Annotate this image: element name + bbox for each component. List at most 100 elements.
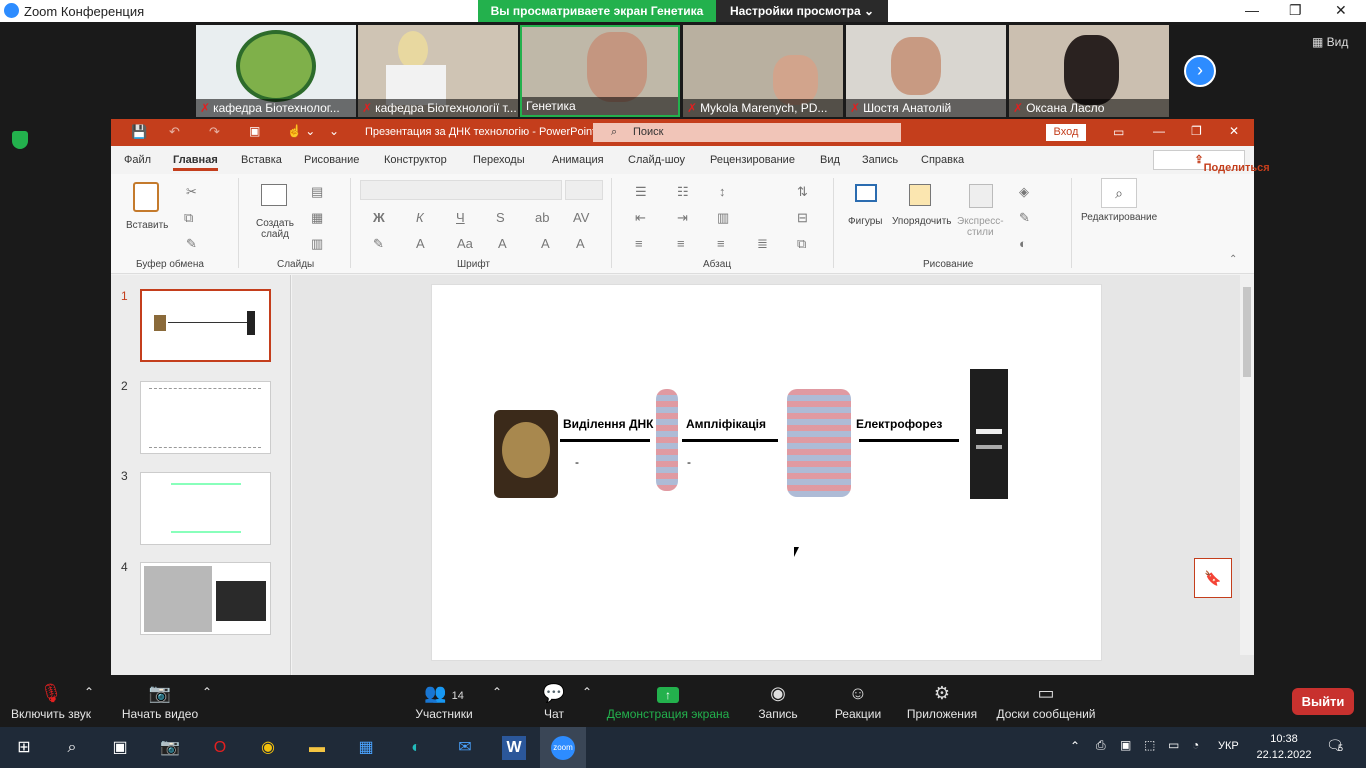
grow-font-icon[interactable]: A: [498, 236, 507, 251]
maximize-icon[interactable]: ❐: [1289, 2, 1302, 19]
present-icon[interactable]: ▣: [249, 124, 260, 138]
share-button[interactable]: ⇪ Поделиться: [1153, 150, 1270, 174]
underline-icon[interactable]: Ч: [456, 210, 465, 225]
tab-slideshow[interactable]: Слайд-шоу: [628, 154, 685, 166]
quick-styles-label[interactable]: Экспресс-стили: [957, 216, 1004, 238]
strikethrough-icon[interactable]: ab: [535, 210, 549, 225]
numbering-icon[interactable]: ☷: [677, 184, 689, 200]
ppt-maximize-icon[interactable]: ❐: [1191, 124, 1202, 138]
font-color-icon[interactable]: A: [416, 236, 425, 251]
font-size-select[interactable]: [565, 180, 603, 200]
arrange-label[interactable]: Упорядочить: [892, 216, 952, 227]
chat-options-icon[interactable]: ⌃: [582, 685, 592, 699]
columns-icon[interactable]: ▥: [717, 210, 729, 226]
start-icon[interactable]: ⊞: [12, 736, 36, 760]
align-text-icon[interactable]: ⊟: [797, 210, 808, 226]
tab-review[interactable]: Рецензирование: [710, 154, 795, 166]
arrange-icon[interactable]: [909, 184, 931, 206]
security-shield-icon[interactable]: [12, 131, 28, 149]
format-painter-icon[interactable]: ✎: [186, 236, 197, 252]
tab-design[interactable]: Конструктор: [384, 154, 447, 166]
highlight-icon[interactable]: ✎: [373, 236, 384, 252]
redo-icon[interactable]: ↷: [209, 124, 220, 140]
save-icon[interactable]: 💾: [131, 124, 147, 140]
language-indicator[interactable]: УКР: [1218, 740, 1239, 752]
italic-icon[interactable]: К: [416, 210, 424, 225]
customize-toolbar-icon[interactable]: ⌄: [329, 124, 339, 138]
tab-transitions[interactable]: Переходы: [473, 154, 525, 166]
view-settings-button[interactable]: Настройки просмотра ⌄: [716, 0, 888, 22]
shape-fill-icon[interactable]: ◈: [1019, 184, 1029, 200]
tray-chevron-icon[interactable]: ⌃: [1070, 739, 1080, 753]
justify-icon[interactable]: ≣: [757, 236, 768, 252]
reset-icon[interactable]: ▦: [311, 210, 323, 226]
record-button[interactable]: ◉ Запись: [754, 683, 802, 721]
reactions-button[interactable]: ☺ Реакции: [832, 683, 884, 721]
tray-app-icon[interactable]: ⎙: [1096, 738, 1106, 753]
ppt-minimize-icon[interactable]: —: [1153, 124, 1165, 138]
tab-view[interactable]: Вид: [820, 154, 840, 166]
apps-button[interactable]: ⚙ Приложения: [904, 683, 980, 721]
quick-styles-icon[interactable]: [969, 184, 993, 208]
section-icon[interactable]: ▥: [311, 236, 323, 252]
participant-tile[interactable]: ✗ Mykola Marenych, PD...: [683, 25, 843, 117]
new-slide-label[interactable]: Создать слайд: [256, 218, 294, 240]
vertical-scrollbar[interactable]: [1240, 275, 1254, 655]
current-slide[interactable]: Виділення ДНК - Ампліфікація - Електрофо…: [431, 284, 1102, 661]
battery-icon[interactable]: ▭: [1168, 738, 1179, 752]
video-options-icon[interactable]: ⌃: [202, 685, 212, 699]
char-spacing-icon[interactable]: AV: [573, 210, 589, 225]
unmute-button[interactable]: 🎙 Включить звук: [8, 683, 94, 721]
slide-thumbnail-4[interactable]: [140, 562, 271, 635]
line-spacing-icon[interactable]: ↕: [719, 184, 726, 199]
participant-tile-active[interactable]: Генетика: [520, 25, 680, 117]
participant-tile[interactable]: ✗ Шостя Анатолій: [846, 25, 1006, 117]
participant-tile[interactable]: ✗ кафедра Біотехнолог...: [196, 25, 356, 117]
increase-indent-icon[interactable]: ⇥: [677, 210, 688, 226]
shadow-icon[interactable]: S: [496, 210, 505, 225]
scroll-thumb[interactable]: [1243, 287, 1251, 377]
camera-app-icon[interactable]: 📷: [158, 736, 182, 760]
sign-in-button[interactable]: Вход: [1046, 124, 1086, 141]
decrease-indent-icon[interactable]: ⇤: [635, 210, 646, 226]
tab-animations[interactable]: Анимация: [552, 154, 604, 166]
paste-icon[interactable]: [133, 182, 159, 212]
shapes-label[interactable]: Фигуры: [848, 216, 882, 227]
search-icon[interactable]: ⌕: [60, 736, 84, 760]
participants-button[interactable]: 👥 14 Участники: [412, 683, 476, 721]
notes-bookmark-icon[interactable]: 🔖: [1194, 558, 1232, 598]
tray-office-icon[interactable]: ▣: [1120, 738, 1131, 752]
align-center-icon[interactable]: ≡: [677, 236, 685, 251]
edge-icon[interactable]: ◐: [404, 736, 428, 760]
find-icon[interactable]: ⌕: [1101, 178, 1137, 208]
touch-mode-icon[interactable]: ☝ ⌄: [287, 124, 315, 138]
slide-thumbnail-1[interactable]: [140, 289, 271, 362]
collapse-ribbon-icon[interactable]: ⌃: [1229, 254, 1237, 265]
ppt-search-input[interactable]: ⌕ Поиск: [593, 123, 901, 142]
shape-effects-icon[interactable]: ◐: [1019, 236, 1027, 251]
audio-options-icon[interactable]: ⌃: [84, 685, 94, 699]
smartart-icon[interactable]: ⧉: [797, 236, 806, 252]
leave-meeting-button[interactable]: Выйти: [1292, 688, 1354, 715]
whiteboard-button[interactable]: ▭ Доски сообщений: [994, 683, 1098, 721]
view-button[interactable]: ▦ Вид: [1312, 35, 1348, 49]
tab-record[interactable]: Запись: [862, 154, 898, 166]
align-right-icon[interactable]: ≡: [717, 236, 725, 251]
clear-format-icon[interactable]: A: [576, 236, 585, 251]
font-family-select[interactable]: [360, 180, 562, 200]
zoom-taskbar-active[interactable]: zoom: [540, 727, 586, 768]
text-direction-icon[interactable]: ⇅: [797, 184, 808, 200]
bullets-icon[interactable]: ☰: [635, 184, 647, 200]
tab-insert[interactable]: Вставка: [241, 154, 282, 166]
editing-label[interactable]: Редактирование: [1081, 212, 1157, 223]
slide-thumbnail-2[interactable]: [140, 381, 271, 454]
opera-icon[interactable]: O: [208, 736, 232, 760]
close-icon[interactable]: ✕: [1335, 2, 1347, 19]
network-icon[interactable]: ◔: [1192, 738, 1199, 752]
participants-options-icon[interactable]: ⌃: [492, 685, 502, 699]
new-slide-icon[interactable]: [261, 184, 287, 206]
store-icon[interactable]: ▦: [354, 736, 378, 760]
participant-tile[interactable]: ✗ кафедра Біотехнології т...: [358, 25, 518, 117]
change-case-icon[interactable]: Aa: [457, 236, 473, 251]
copy-icon[interactable]: ⧉: [184, 210, 193, 226]
